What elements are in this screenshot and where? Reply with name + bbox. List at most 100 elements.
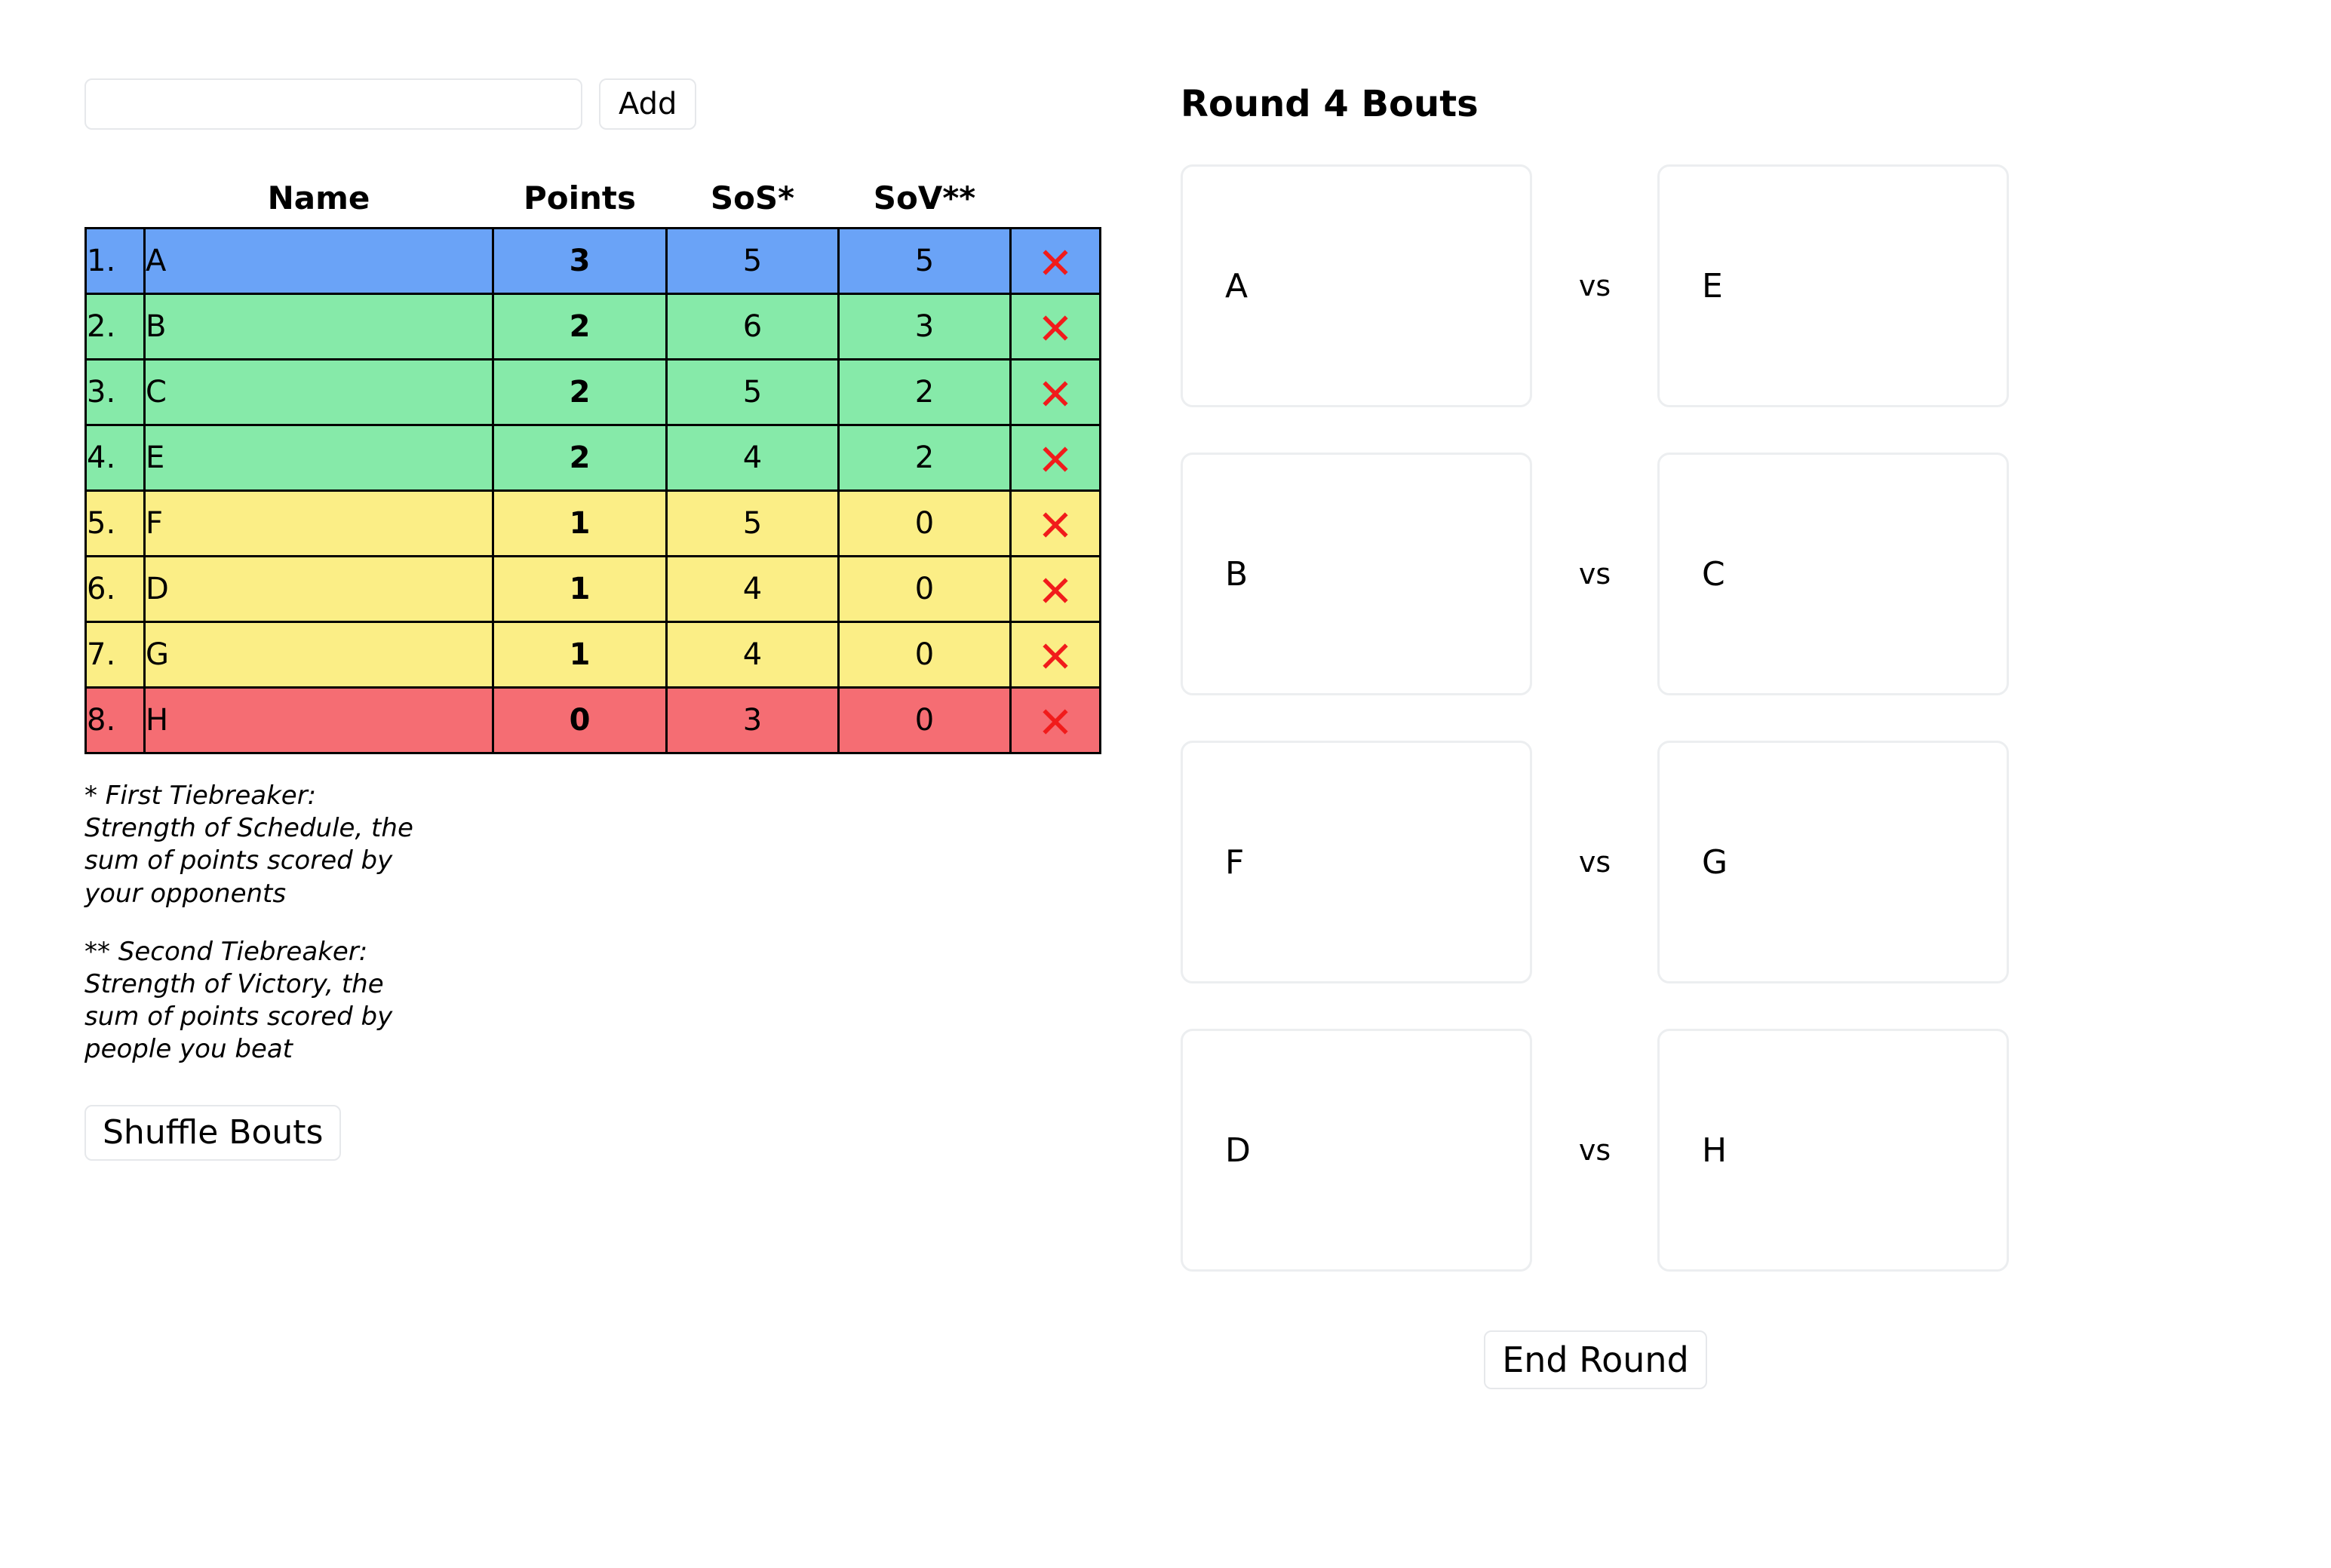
cell-player-name: C	[143, 358, 494, 426]
cell-player-name: H	[143, 686, 494, 754]
cell-sov: 0	[837, 555, 1012, 623]
cell-points: 1	[492, 555, 668, 623]
cell-rank: 6.	[84, 555, 146, 623]
cell-player-name: F	[143, 489, 494, 557]
cell-player-name: D	[143, 555, 494, 623]
table-row: 4. E 2 4 2	[84, 424, 1101, 492]
cell-rank: 4.	[84, 424, 146, 492]
delete-player-button[interactable]	[1009, 555, 1101, 623]
table-row: 5. F 1 5 0	[84, 489, 1101, 557]
cell-sos: 3	[665, 686, 840, 754]
cell-sos: 4	[665, 424, 840, 492]
close-x-icon	[1039, 574, 1072, 607]
cell-points: 1	[492, 621, 668, 689]
cell-sov: 2	[837, 358, 1012, 426]
cell-rank: 8.	[84, 686, 146, 754]
cell-rank: 7.	[84, 621, 146, 689]
bout-row: Avs E	[1181, 164, 2282, 407]
bout-row: Fvs G	[1181, 741, 2282, 983]
delete-player-button[interactable]	[1009, 621, 1101, 689]
close-x-icon	[1039, 443, 1072, 476]
cell-sov: 0	[837, 686, 1012, 754]
bouts-title: Round 4 Bouts	[1181, 83, 1479, 125]
bout-competitor-left[interactable]: B	[1181, 453, 1532, 695]
bouts-panel: Round 4 Bouts Avs E Bvs C Fvs G Dvs H End Round	[1181, 78, 2282, 1389]
delete-player-button[interactable]	[1009, 686, 1101, 754]
app-page: Add Name Points SoS* SoV** 1. A 3 5 5 2.…	[0, 0, 2331, 1568]
cell-points: 2	[492, 424, 668, 492]
cell-points: 0	[492, 686, 668, 754]
cell-sos: 4	[665, 621, 840, 689]
add-player-row: Add	[84, 78, 1141, 130]
table-row: 2. B 2 6 3	[84, 293, 1101, 361]
cell-sov: 0	[837, 621, 1012, 689]
cell-sov: 0	[837, 489, 1012, 557]
vs-label: vs	[1578, 845, 1611, 879]
bout-competitor-right[interactable]: G	[1657, 741, 2009, 983]
cell-points: 2	[492, 293, 668, 361]
close-x-icon	[1039, 705, 1072, 738]
footnote-first-tiebreaker: * First Tiebreaker: Strength of Schedule…	[84, 781, 413, 909]
cell-sos: 5	[665, 358, 840, 426]
bout-competitor-right[interactable]: H	[1657, 1029, 2009, 1272]
standings-header: Name Points SoS* SoV**	[85, 180, 1101, 229]
bout-competitor-left[interactable]: A	[1181, 164, 1532, 407]
bout-competitor-left[interactable]: D	[1181, 1029, 1532, 1272]
standings-header-row: Name Points SoS* SoV**	[85, 180, 1101, 229]
column-header-delete	[1010, 180, 1101, 229]
bout-row: Bvs C	[1181, 453, 2282, 695]
delete-player-button[interactable]	[1009, 293, 1101, 361]
delete-player-button[interactable]	[1009, 227, 1101, 295]
column-header-rank	[85, 180, 145, 229]
bout-competitor-right[interactable]: C	[1657, 453, 2009, 695]
shuffle-bouts-button[interactable]: Shuffle Bouts	[84, 1105, 342, 1161]
bout-row: Dvs H	[1181, 1029, 2282, 1272]
cell-sos: 5	[665, 489, 840, 557]
close-x-icon	[1039, 508, 1072, 542]
end-round-button[interactable]: End Round	[1484, 1330, 1707, 1389]
cell-rank: 3.	[84, 358, 146, 426]
cell-sos: 5	[665, 227, 840, 295]
close-x-icon	[1039, 246, 1072, 279]
cell-player-name: G	[143, 621, 494, 689]
delete-player-button[interactable]	[1009, 358, 1101, 426]
column-header-points: Points	[493, 180, 667, 229]
cell-sos: 4	[665, 555, 840, 623]
cell-player-name: B	[143, 293, 494, 361]
cell-rank: 5.	[84, 489, 146, 557]
delete-player-button[interactable]	[1009, 424, 1101, 492]
table-row: 1. A 3 5 5	[84, 227, 1101, 295]
close-x-icon	[1039, 377, 1072, 410]
cell-points: 2	[492, 358, 668, 426]
bouts-list: Avs E Bvs C Fvs G Dvs H	[1181, 164, 2282, 1272]
column-header-name: Name	[144, 180, 493, 229]
delete-player-button[interactable]	[1009, 489, 1101, 557]
cell-points: 3	[492, 227, 668, 295]
table-row: 7. G 1 4 0	[84, 621, 1101, 689]
player-name-input[interactable]	[84, 78, 582, 130]
cell-sov: 2	[837, 424, 1012, 492]
vs-label: vs	[1578, 557, 1611, 591]
close-x-icon	[1039, 311, 1072, 345]
cell-sov: 3	[837, 293, 1012, 361]
table-row: 3. C 2 5 2	[84, 358, 1101, 426]
vs-label: vs	[1578, 1134, 1611, 1167]
cell-player-name: A	[143, 227, 494, 295]
standings-body: 1. A 3 5 5 2. B 2 6 3 3. C 2 5 2 4. E 2 4 2 5. F 1 5 0 6. D 1 4 0 7. G 1…	[84, 227, 1101, 754]
standings-table: Name Points SoS* SoV** 1. A 3 5 5 2. B 2 6 3 3. C 2 5…	[84, 180, 1101, 754]
add-player-button[interactable]: Add	[599, 78, 697, 130]
table-row: 6. D 1 4 0	[84, 555, 1101, 623]
standings-table-wrap: Name Points SoS* SoV** 1. A 3 5 5 2. B 2 6 3 3. C 2 5…	[84, 180, 1101, 754]
cell-player-name: E	[143, 424, 494, 492]
column-header-sov: SoV**	[838, 180, 1011, 229]
cell-points: 1	[492, 489, 668, 557]
bout-competitor-left[interactable]: F	[1181, 741, 1532, 983]
standings-panel: Add Name Points SoS* SoV** 1. A 3 5 5 2.…	[84, 78, 1141, 1161]
bout-competitor-right[interactable]: E	[1657, 164, 2009, 407]
cell-rank: 1.	[84, 227, 146, 295]
footnote-second-tiebreaker: ** Second Tiebreaker: Strength of Victor…	[84, 936, 393, 1065]
cell-sos: 6	[665, 293, 840, 361]
table-row: 8. H 0 3 0	[84, 686, 1101, 754]
tiebreaker-footnotes: * First Tiebreaker: Strength of Schedule…	[84, 780, 431, 1066]
end-round-wrap: End Round	[1181, 1317, 2010, 1389]
